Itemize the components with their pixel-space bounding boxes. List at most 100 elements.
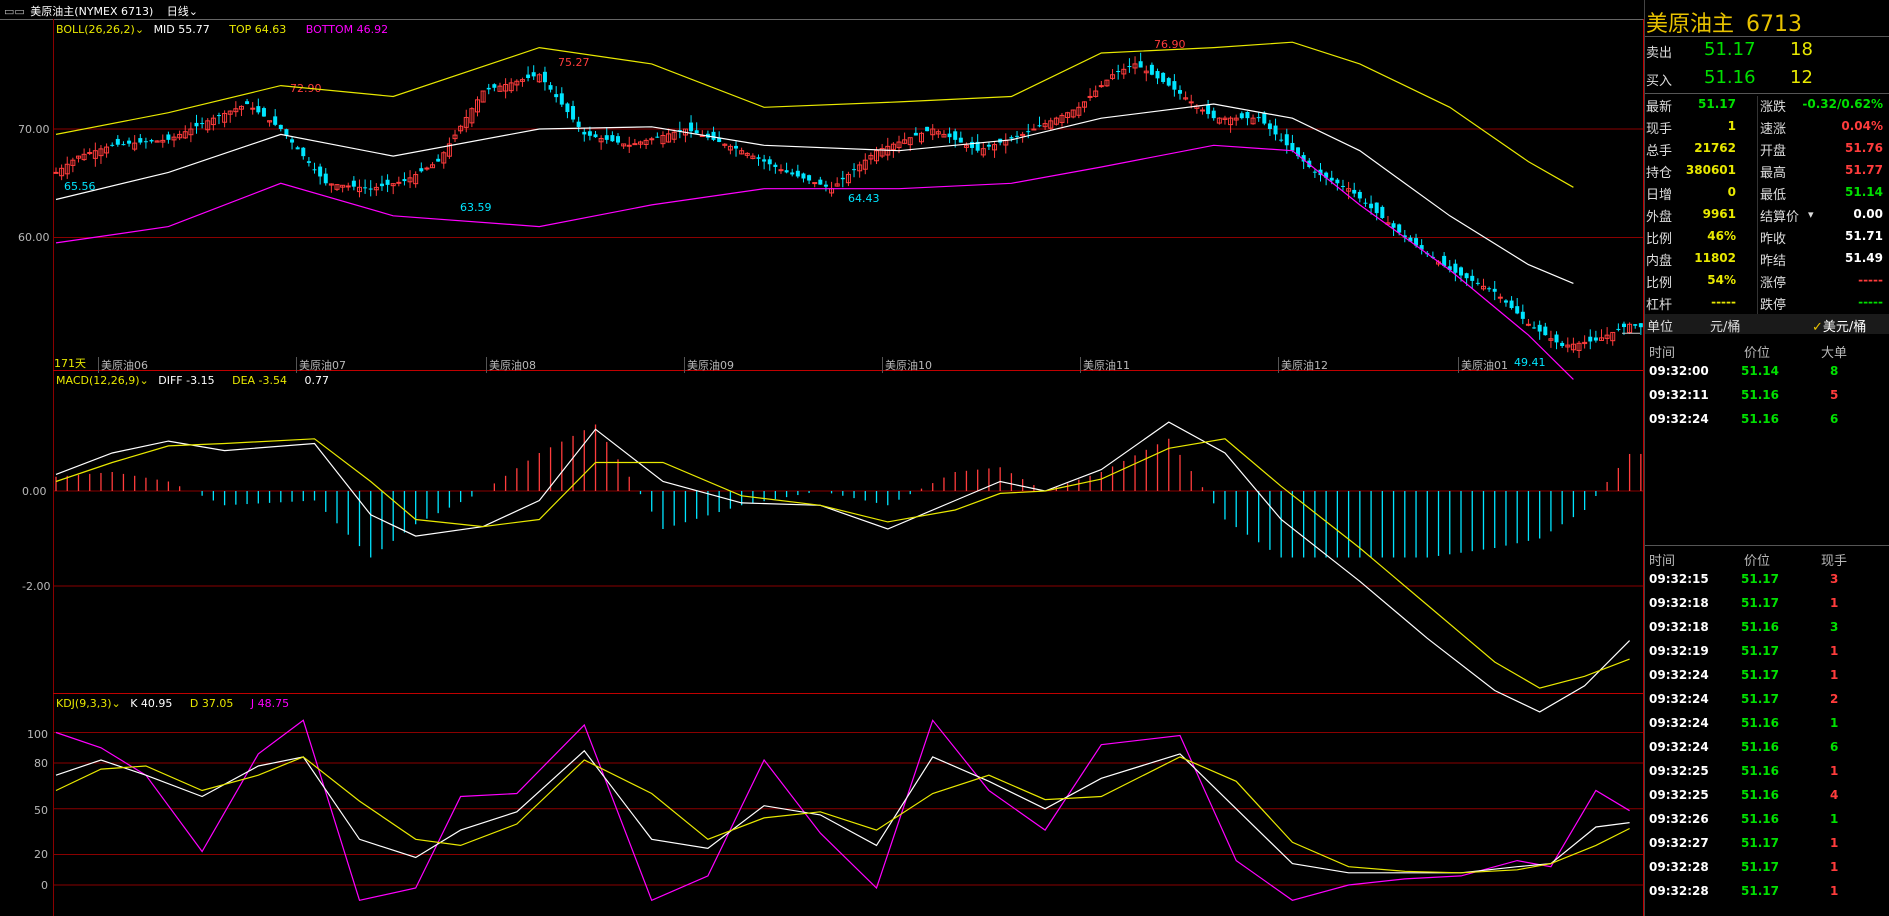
candle-up [1525, 323, 1531, 326]
candle-down [1532, 327, 1537, 329]
candle-down [1335, 179, 1340, 184]
candle-down [711, 131, 716, 140]
tick-price: 51.16 [1741, 788, 1779, 802]
candle-down [301, 147, 306, 157]
table-row[interactable]: 09:32:18 51.16 3 [1645, 620, 1889, 640]
candle-down [1470, 275, 1475, 281]
candle-up [396, 181, 402, 184]
stat-right-label: 开盘 [1760, 144, 1787, 159]
list-item[interactable]: 09:32:24 51.16 6 [1645, 412, 1889, 432]
table-row[interactable]: 09:32:24 51.16 6 [1645, 740, 1889, 760]
order-volume: 5 [1830, 388, 1839, 402]
tick-time: 09:32:24 [1649, 740, 1709, 754]
candle-down [1262, 112, 1267, 124]
candle-down [795, 170, 800, 177]
unit-usd-option[interactable]: ✓美元/桶 [1812, 316, 1866, 335]
order-volume: 6 [1830, 412, 1839, 426]
sell-price[interactable]: 51.17 [1704, 39, 1756, 60]
candle-up [632, 143, 638, 146]
table-row[interactable]: 09:32:28 51.17 1 [1645, 884, 1889, 904]
candle-down [486, 87, 491, 90]
list-item[interactable]: 09:32:00 51.14 8 [1645, 364, 1889, 384]
candle-down [818, 179, 823, 185]
candle-down [1380, 206, 1385, 218]
candle-down [1633, 324, 1638, 326]
stat-right-value: 51.77 [1845, 163, 1883, 177]
candle-down [1391, 223, 1396, 228]
table-row[interactable]: 09:32:18 51.17 1 [1645, 596, 1889, 616]
candle-down [1284, 134, 1289, 146]
tick-header: 现手 [1821, 554, 1848, 569]
candle-down [531, 72, 536, 77]
candle-down [548, 85, 553, 90]
table-row[interactable]: 09:32:19 51.17 1 [1645, 644, 1889, 664]
stat-right-value: -0.32/0.62% [1802, 97, 1883, 111]
candle-down [1116, 70, 1121, 73]
stat-left-value: 46% [1707, 229, 1736, 243]
tick-price: 51.16 [1741, 812, 1779, 826]
table-row[interactable]: 09:32:24 51.17 2 [1645, 692, 1889, 712]
candle-down [436, 158, 441, 162]
candle-down [1459, 267, 1463, 276]
candle-down [1172, 81, 1177, 90]
candle-down [559, 93, 564, 105]
candle-down [762, 159, 767, 162]
candle-down [610, 135, 615, 142]
candle-down [1015, 135, 1020, 137]
candle-down [1009, 137, 1014, 139]
table-row[interactable]: 09:32:25 51.16 4 [1645, 788, 1889, 808]
candle-down [295, 147, 300, 150]
candle-up [1087, 95, 1093, 98]
candle-down [616, 136, 620, 143]
table-row[interactable]: 09:32:27 51.17 1 [1645, 836, 1889, 856]
chart-canvas[interactable] [0, 0, 1643, 916]
buy-price[interactable]: 51.16 [1704, 67, 1756, 88]
candle-up [1497, 296, 1503, 299]
candle-down [127, 140, 132, 144]
stat-right-value: 51.14 [1845, 185, 1883, 199]
candle-down [1127, 66, 1132, 68]
tick-price: 51.16 [1741, 764, 1779, 778]
unit-cny-option[interactable]: 元/桶 [1710, 316, 1740, 335]
candle-down [767, 159, 772, 165]
candle-down [1487, 288, 1492, 290]
stat-right-value: ----- [1858, 295, 1883, 309]
candle-down [121, 144, 126, 146]
candle-up [1031, 128, 1037, 131]
candle-down [278, 124, 283, 129]
candle-down [1593, 337, 1598, 341]
table-row[interactable]: 09:32:24 51.17 1 [1645, 668, 1889, 688]
tick-time: 09:32:25 [1649, 788, 1709, 802]
candle-down [419, 168, 424, 172]
candle-down [1026, 131, 1031, 133]
table-row[interactable]: 09:32:28 51.17 1 [1645, 860, 1889, 880]
stat-left-label: 外盘 [1646, 210, 1673, 225]
candle-down [958, 137, 963, 143]
tick-volume: 1 [1830, 860, 1839, 874]
table-row[interactable]: 09:32:15 51.17 3 [1645, 572, 1889, 592]
candle-down [953, 131, 958, 140]
candle-down [526, 74, 531, 79]
stat-left-label: 比例 [1646, 276, 1673, 291]
tick-price: 51.17 [1741, 692, 1779, 706]
candle-up [424, 167, 430, 170]
candle-down [1211, 110, 1216, 119]
candle-down [1329, 177, 1334, 181]
tick-header: 价位 [1744, 554, 1771, 569]
candle-down [149, 140, 154, 142]
tick-volume: 3 [1830, 620, 1839, 634]
candle-down [655, 136, 660, 138]
candle-down [542, 71, 547, 83]
candle-down [245, 101, 250, 105]
candle-down [492, 84, 497, 88]
candle-down [576, 121, 581, 127]
tick-volume: 1 [1830, 716, 1839, 730]
candle-up [1188, 101, 1194, 104]
table-row[interactable]: 09:32:26 51.16 1 [1645, 812, 1889, 832]
caret-down-icon[interactable]: ▾ [1808, 208, 1814, 221]
tick-time: 09:32:25 [1649, 764, 1709, 778]
table-row[interactable]: 09:32:25 51.16 1 [1645, 764, 1889, 784]
tick-price: 51.17 [1741, 836, 1779, 850]
table-row[interactable]: 09:32:24 51.16 1 [1645, 716, 1889, 736]
list-item[interactable]: 09:32:11 51.16 5 [1645, 388, 1889, 408]
